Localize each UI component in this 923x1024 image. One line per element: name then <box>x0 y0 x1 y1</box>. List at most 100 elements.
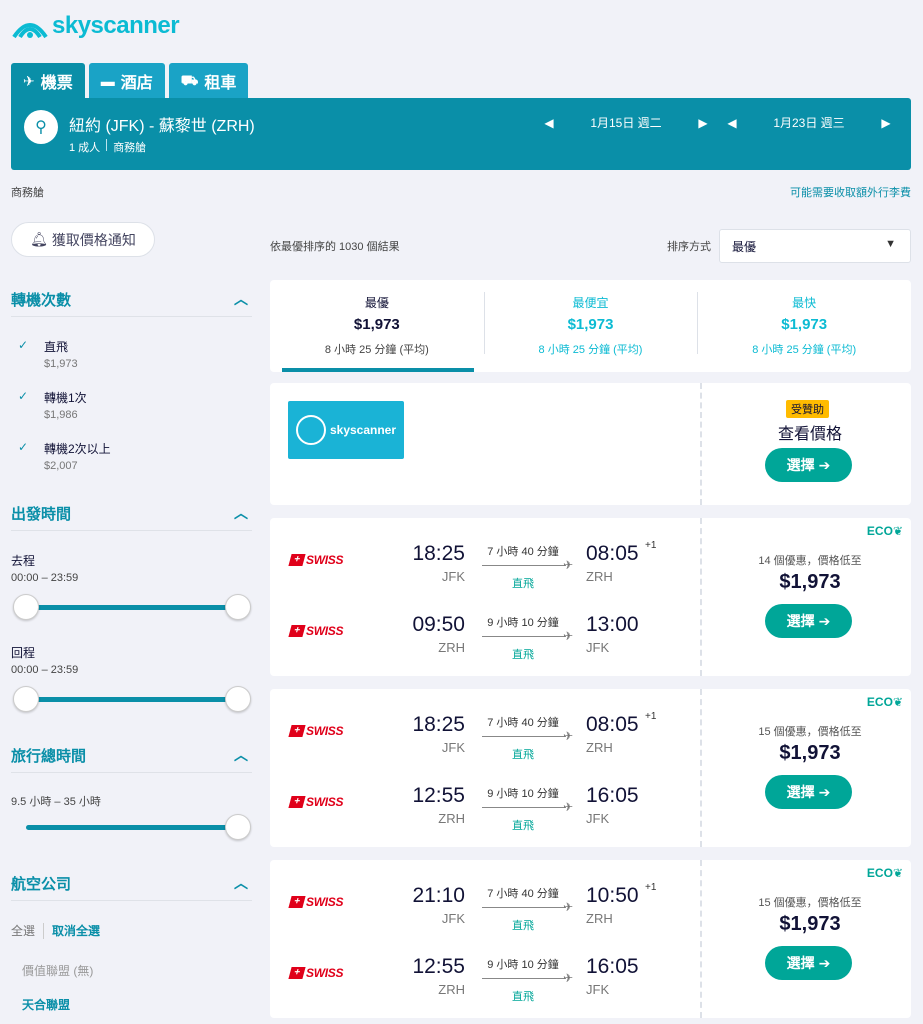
arrival-time: 08:05 <box>586 713 639 736</box>
airline-logo: + SWISS <box>288 724 343 738</box>
sort-tab-title: 最優 <box>364 296 389 310</box>
checkbox-checked-icon[interactable]: ✓ <box>18 389 36 403</box>
deals-count: 15 個優惠，價格低至 <box>758 726 862 738</box>
skyscanner-logo[interactable]: skyscanner <box>10 10 180 42</box>
sunrise-logo-icon <box>12 23 48 39</box>
deals-count: 14 個優惠，價格低至 <box>758 555 862 567</box>
tab-flights[interactable]: ✈ 機票 <box>11 63 85 99</box>
plane-icon: ✈ <box>563 900 574 914</box>
depart-date[interactable]: 1月15日 週二 <box>556 114 696 131</box>
sort-tabs: 最優 $1,973 8 小時 25 分鐘 (平均) 最便宜 $1,973 8 小… <box>270 280 911 372</box>
return-date[interactable]: 1月23日 週三 <box>739 114 879 131</box>
prev-date-arrow[interactable]: ◀ <box>542 116 556 130</box>
departure-time: 21:10 <box>412 884 465 907</box>
outbound-time-slider[interactable] <box>13 594 251 620</box>
stops-filter-header[interactable]: 轉機次數 ︿ <box>11 289 252 317</box>
arrival-airport: JFK <box>586 811 610 826</box>
arrival-airport: JFK <box>586 640 610 655</box>
select-button[interactable]: 選擇 ➔ <box>765 604 852 638</box>
arrival-time: 08:05 <box>586 542 639 565</box>
itinerary-card[interactable]: + SWISS 18:25 JFK 7 小時 40 分鐘 ✈ 直飛 08:05 Z… <box>270 689 911 847</box>
slider-handle-max[interactable] <box>225 814 251 840</box>
stops-label: 直飛 <box>512 649 534 661</box>
bell-icon: 🔔︎ <box>30 231 48 247</box>
route-text[interactable]: 紐約 (JFK) - 蘇黎世 (ZRH) <box>69 112 255 136</box>
chevron-up-icon[interactable]: ︿ <box>234 289 248 309</box>
airline-logo: + SWISS <box>288 624 343 638</box>
return-leg: + SWISS 12:55 ZRH 9 小時 10 分鐘 ✈ 直飛 16:05 J… <box>270 770 700 832</box>
outbound-range: 00:00 – 23:59 <box>11 572 79 584</box>
sort-tab-cheapest[interactable]: 最便宜 $1,973 8 小時 25 分鐘 (平均) <box>483 280 698 372</box>
alliance-skyteam[interactable]: 天合聯盟 <box>22 996 70 1013</box>
outbound-leg: + SWISS 18:25 JFK 7 小時 40 分鐘 ✈ 直飛 08:05 Z… <box>270 699 700 761</box>
itinerary-card[interactable]: + SWISS 21:10 JFK 7 小時 40 分鐘 ✈ 直飛 10:50 Z… <box>270 860 911 1018</box>
select-button[interactable]: 選擇 ➔ <box>765 775 852 809</box>
sort-tab-best[interactable]: 最優 $1,973 8 小時 25 分鐘 (平均) <box>270 280 484 372</box>
stops-label: 直飛 <box>512 991 534 1003</box>
stops-label: 直飛 <box>512 820 534 832</box>
slider-handle-max[interactable] <box>225 594 251 620</box>
tab-label: 租車 <box>204 75 237 92</box>
passenger-cabin-summary[interactable]: 1 成人 商務艙 <box>69 139 146 155</box>
divider <box>106 139 108 151</box>
next-day-indicator: +1 <box>645 540 657 551</box>
slider-handle-min[interactable] <box>13 686 39 712</box>
sort-label: 排序方式 <box>667 241 711 253</box>
select-button[interactable]: 選擇 ➔ <box>765 448 852 482</box>
clear-all-link[interactable]: 取消全選 <box>52 922 100 939</box>
checkbox-checked-icon[interactable]: ✓ <box>18 440 36 454</box>
select-all-link[interactable]: 全選 <box>11 922 35 939</box>
slider-handle-min[interactable] <box>13 594 39 620</box>
return-time-slider[interactable] <box>13 686 251 712</box>
next-date-arrow[interactable]: ▶ <box>696 116 710 130</box>
duration-filter-header[interactable]: 旅行總時間 ︿ <box>11 745 252 773</box>
chevron-up-icon[interactable]: ︿ <box>234 745 248 765</box>
next-date-arrow[interactable]: ▶ <box>879 116 893 130</box>
results-count: 依最優排序的 1030 個結果 <box>270 241 400 253</box>
divider <box>700 860 702 1018</box>
slider-handle-max[interactable] <box>225 686 251 712</box>
sponsored-card[interactable]: skyscanner 受贊助 查看價格 選擇 ➔ <box>270 383 911 505</box>
select-button[interactable]: 選擇 ➔ <box>765 946 852 980</box>
divider <box>700 689 702 847</box>
search-icon[interactable]: ⚲ <box>24 110 58 144</box>
select-label: 選擇 <box>786 784 815 800</box>
sort-tab-price: $1,973 <box>781 316 828 333</box>
caret-down-icon: ▼ <box>885 238 896 250</box>
times-filter-header[interactable]: 出發時間 ︿ <box>11 503 252 531</box>
return-date-picker: ◀ 1月23日 週三 ▶ <box>725 114 893 131</box>
leaf-icon: ❦ <box>892 524 903 538</box>
route-line <box>482 907 566 908</box>
sort-tab-title: 最快 <box>792 296 817 310</box>
airlines-filter-header[interactable]: 航空公司 ︿ <box>11 873 252 901</box>
arrow-right-icon: ➔ <box>818 456 831 473</box>
sort-tab-duration: 8 小時 25 分鐘 (平均) <box>538 344 643 356</box>
price-alert-button[interactable]: 🔔︎ 獲取價格通知 <box>11 222 155 257</box>
airline-name: SWISS <box>306 895 344 909</box>
airline-logo: + SWISS <box>288 795 343 809</box>
baggage-fees-link[interactable]: 可能需要收取額外行李費 <box>790 184 911 200</box>
checkbox-checked-icon[interactable]: ✓ <box>18 338 36 352</box>
prev-date-arrow[interactable]: ◀ <box>725 116 739 130</box>
stop-filter-one[interactable]: ✓ 轉機1次 $1,986 <box>18 389 87 421</box>
duration-range: 9.5 小時 – 35 小時 <box>11 796 101 808</box>
outbound-leg: + SWISS 21:10 JFK 7 小時 40 分鐘 ✈ 直飛 10:50 Z… <box>270 870 700 932</box>
flight-duration: 7 小時 40 分鐘 <box>487 888 559 900</box>
tab-cars[interactable]: ⛟ 租車 <box>168 63 249 99</box>
stop-price: $1,973 <box>44 358 78 370</box>
swiss-flag-icon: + <box>288 796 306 808</box>
tab-label: 酒店 <box>120 75 153 92</box>
sort-tab-duration: 8 小時 25 分鐘 (平均) <box>324 344 429 356</box>
itinerary-card[interactable]: + SWISS 18:25 JFK 7 小時 40 分鐘 ✈ 直飛 08:05 Z… <box>270 518 911 676</box>
chevron-up-icon[interactable]: ︿ <box>234 503 248 523</box>
tab-hotels[interactable]: ▬ 酒店 <box>88 63 165 99</box>
sort-select[interactable]: 最優 ▼ <box>719 229 911 263</box>
duration-slider[interactable] <box>26 814 251 840</box>
chevron-up-icon[interactable]: ︿ <box>234 873 248 893</box>
stop-filter-two-plus[interactable]: ✓ 轉機2次以上 $2,007 <box>18 440 111 472</box>
arrival-airport: ZRH <box>586 911 613 926</box>
outbound-leg: + SWISS 18:25 JFK 7 小時 40 分鐘 ✈ 直飛 08:05 Z… <box>270 528 700 590</box>
sort-tab-fastest[interactable]: 最快 $1,973 8 小時 25 分鐘 (平均) <box>697 280 911 372</box>
stop-filter-direct[interactable]: ✓ 直飛 $1,973 <box>18 338 78 370</box>
flight-duration: 9 小時 10 分鐘 <box>487 959 559 971</box>
